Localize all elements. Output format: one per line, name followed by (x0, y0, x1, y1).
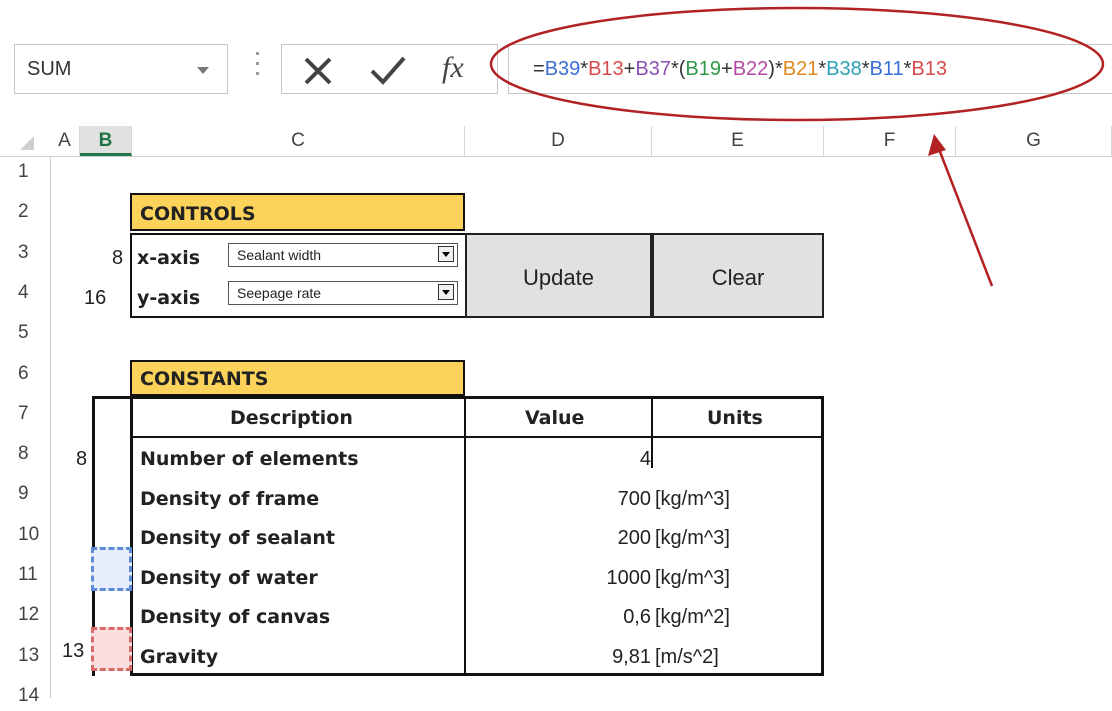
constant-value: 0,6 (623, 606, 651, 628)
y-axis-dropdown[interactable]: Seepage rate (228, 281, 458, 305)
row-header-1[interactable]: 1 (0, 157, 50, 187)
clear-button[interactable]: Clear (652, 233, 824, 318)
header-units: Units (707, 407, 763, 429)
row-header-5[interactable]: 5 (0, 318, 50, 348)
name-box[interactable]: SUM (14, 44, 228, 94)
constant-value: 1000 (606, 566, 652, 589)
row-header-9[interactable]: 9 (0, 479, 50, 509)
constant-units: [kg/m^3] (655, 487, 730, 510)
y-axis-label: y-axis (137, 287, 201, 309)
row-header-7[interactable]: 7 (0, 399, 50, 429)
constants-title: CONSTANTS (140, 368, 269, 390)
column-header-d[interactable]: D (465, 126, 652, 156)
x-axis-dropdown[interactable]: Sealant width (228, 243, 458, 267)
formula-actions: fx (281, 44, 498, 94)
y-axis-index: 16 (84, 287, 107, 309)
column-header-a[interactable]: A (50, 126, 80, 156)
chevron-down-icon[interactable] (197, 67, 209, 74)
constant-value: 4 (639, 448, 651, 470)
x-axis-index: 8 (112, 247, 124, 269)
chevron-down-icon[interactable] (438, 246, 454, 262)
constant-description: Density of sealant (140, 527, 335, 549)
constant-description: Density of frame (140, 487, 320, 510)
x-axis-selected: Sealant width (237, 247, 322, 263)
select-all-corner[interactable] (20, 136, 34, 150)
y-axis-selected: Seepage rate (237, 285, 322, 301)
constant-units: [kg/m^3] (655, 527, 730, 549)
controls-header: CONTROLS (130, 193, 465, 231)
constant-units: [kg/m^2] (655, 606, 730, 628)
column-header-e[interactable]: E (652, 126, 824, 156)
row-header-2[interactable]: 2 (0, 197, 50, 227)
cell-a13: 13 (62, 640, 85, 662)
annotation-arrow (928, 134, 994, 287)
constant-description: Gravity (140, 645, 219, 668)
constant-units: [kg/m^3] (655, 566, 730, 589)
constant-description: Number of elements (140, 448, 359, 470)
constant-description: Density of water (140, 566, 318, 589)
chevron-down-icon[interactable] (438, 284, 454, 300)
header-description: Description (230, 407, 353, 429)
row-header-4[interactable]: 4 (0, 278, 50, 308)
row-header-3[interactable]: 3 (0, 238, 50, 268)
controls-title: CONTROLS (140, 203, 256, 225)
constant-description: Density of canvas (140, 606, 331, 628)
header-value: Value (525, 407, 585, 429)
range-highlight-b13 (91, 627, 132, 671)
column-header-b[interactable]: B (80, 126, 132, 156)
insert-function-icon[interactable]: fx (442, 51, 464, 85)
range-highlight-b11 (91, 547, 132, 591)
row-header-11[interactable]: 11 (0, 560, 50, 590)
name-box-value: SUM (27, 58, 72, 80)
cancel-icon[interactable] (300, 51, 336, 89)
drag-handle-icon[interactable] (256, 52, 259, 82)
x-axis-label: x-axis (137, 247, 201, 269)
update-button[interactable]: Update (465, 233, 652, 318)
row-header-13[interactable]: 13 (0, 641, 50, 671)
constant-value: 9,81 (612, 645, 651, 668)
row-header-10[interactable]: 10 (0, 520, 50, 550)
column-header-c[interactable]: C (132, 126, 465, 156)
constant-value: 700 (617, 487, 651, 510)
enter-check-icon[interactable] (368, 51, 408, 89)
row-header-6[interactable]: 6 (0, 359, 50, 389)
cell-a8: 8 (76, 448, 88, 470)
row-header-8[interactable]: 8 (0, 439, 50, 469)
constant-value: 200 (617, 527, 651, 549)
constants-header: CONSTANTS (130, 360, 465, 396)
constant-units: [m/s^2] (655, 645, 719, 668)
row-header-14[interactable]: 14 (0, 681, 50, 711)
row-header-12[interactable]: 12 (0, 600, 50, 630)
annotation-ellipse (489, 6, 1105, 122)
